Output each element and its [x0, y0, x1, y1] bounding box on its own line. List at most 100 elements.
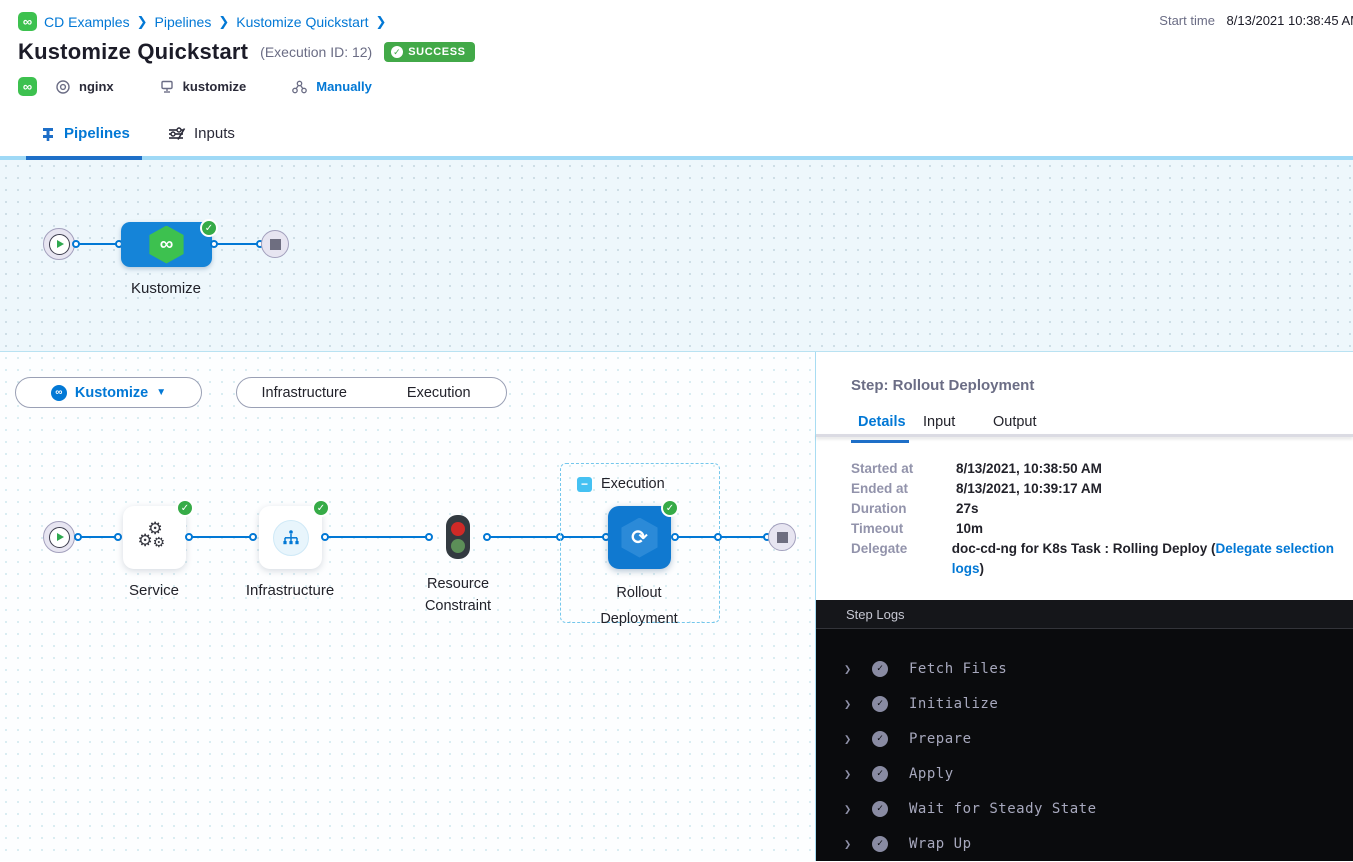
success-check-icon: ✓ [312, 499, 330, 517]
tab-input[interactable]: Input [923, 414, 955, 430]
play-icon [49, 234, 70, 255]
edge [216, 243, 260, 245]
step-label-infrastructure: Infrastructure [228, 578, 352, 604]
breadcrumb-cd-examples[interactable]: CD Examples [44, 14, 130, 30]
edge-dot [72, 240, 80, 248]
pipeline-graph-canvas[interactable]: ∞ ✓ Kustomize [0, 160, 1353, 352]
chevron-right-icon[interactable]: ❯ [844, 802, 872, 816]
collapse-group-icon[interactable]: − [577, 477, 592, 492]
tab-details[interactable]: Details [858, 414, 906, 430]
step-node-rollout-deployment[interactable]: ⟳ [608, 506, 671, 569]
tab-pipelines[interactable]: Pipelines [40, 125, 130, 142]
stop-icon [270, 239, 281, 250]
service-icon [55, 79, 71, 95]
pipeline-end-node [261, 230, 289, 258]
execution-tabbar: Pipelines Inputs [0, 113, 1353, 160]
step-label-service: Service [94, 578, 214, 604]
edge-dot [483, 533, 491, 541]
breadcrumb-kustomize-quickstart[interactable]: Kustomize Quickstart [236, 14, 368, 30]
breadcrumb-pipelines[interactable]: Pipelines [155, 14, 212, 30]
log-row-initialize[interactable]: ❯ ✓ Initialize [844, 686, 1353, 721]
infrastructure-icon [273, 520, 309, 556]
edge-dot [671, 533, 679, 541]
page-header: ∞ CD Examples ❯ Pipelines ❯ Kustomize Qu… [0, 0, 1353, 113]
step-node-resource-constraint[interactable] [446, 515, 470, 559]
log-row-prepare[interactable]: ❯ ✓ Prepare [844, 721, 1353, 756]
details-tab-underline [851, 440, 909, 443]
green-light-icon [451, 539, 465, 553]
cd-module-icon: ∞ [18, 12, 37, 31]
stage-execution-canvas[interactable]: ∞ Kustomize ▼ Infrastructure Execution ⚙… [0, 352, 815, 861]
trigger-manually-link[interactable]: Manually [316, 79, 372, 94]
step-details-title: Step: Rollout Deployment [851, 377, 1353, 394]
details-tabs: Details Input Output [816, 414, 1353, 434]
tab-inputs[interactable]: Inputs [168, 125, 235, 142]
step-logs-panel: Step Logs ❯ ✓ Fetch Files ❯ ✓ Initialize… [816, 600, 1353, 861]
execution-group-header: − Execution [577, 476, 665, 492]
step-detail-rows: Started at 8/13/2021, 10:38:50 AM Ended … [816, 437, 1353, 579]
cd-stage-icon: ∞ [51, 385, 67, 401]
cd-module-icon: ∞ [18, 77, 37, 96]
stage-start-node [43, 521, 75, 553]
log-row-wrap-up[interactable]: ❯ ✓ Wrap Up [844, 826, 1353, 861]
success-check-icon: ✓ [661, 499, 679, 517]
environment-icon [159, 79, 175, 95]
chevron-right-icon[interactable]: ❯ [844, 767, 872, 781]
chevron-right-icon[interactable]: ❯ [844, 732, 872, 746]
edge-dot [185, 533, 193, 541]
chevron-right-icon[interactable]: ❯ [844, 662, 872, 676]
chevron-right-icon[interactable]: ❯ [844, 837, 872, 851]
execution-group-label: Execution [601, 476, 665, 492]
chevron-right-icon: ❯ [137, 14, 148, 30]
inputs-icon [168, 126, 186, 142]
pipeline-start-node [43, 228, 75, 260]
toggle-infrastructure[interactable]: Infrastructure [237, 385, 372, 401]
detail-row-duration: Duration 27s [851, 499, 1353, 519]
step-logs-header: Step Logs [816, 600, 1353, 629]
start-time-label: Start time [1159, 13, 1215, 28]
success-check-icon: ✓ [200, 219, 218, 237]
stage-node-kustomize[interactable]: ∞ [121, 222, 212, 267]
step-label-rollout-deployment: Rollout Deployment [579, 580, 699, 632]
log-row-fetch-files[interactable]: ❯ ✓ Fetch Files [844, 651, 1353, 686]
detail-row-ended-at: Ended at 8/13/2021, 10:39:17 AM [851, 479, 1353, 499]
log-success-icon: ✓ [872, 766, 888, 782]
trigger-icon [291, 79, 308, 95]
view-toggle: Infrastructure Execution [236, 377, 507, 408]
start-time: Start time 8/13/2021 10:38:45 AM [1159, 13, 1353, 28]
harness-cd-icon: ∞ [148, 226, 186, 264]
log-row-wait-for-steady-state[interactable]: ❯ ✓ Wait for Steady State [844, 791, 1353, 826]
edge-dot [714, 533, 722, 541]
execution-id: (Execution ID: 12) [260, 44, 372, 60]
start-time-value: 8/13/2021 10:38:45 AM [1227, 13, 1353, 28]
gears-icon: ⚙⚙⚙ [137, 520, 173, 556]
edge-dot [114, 533, 122, 541]
log-success-icon: ✓ [872, 696, 888, 712]
edge-dot [249, 533, 257, 541]
edge [677, 536, 769, 538]
log-row-apply[interactable]: ❯ ✓ Apply [844, 756, 1353, 791]
stage-end-node [768, 523, 796, 551]
environment-name: kustomize [183, 79, 247, 94]
page-title: Kustomize Quickstart [18, 39, 248, 65]
check-icon: ✓ [391, 46, 403, 58]
play-icon [49, 527, 70, 548]
edge [327, 536, 431, 538]
red-light-icon [451, 522, 465, 536]
stage-label: Kustomize [106, 276, 226, 302]
chevron-right-icon[interactable]: ❯ [844, 697, 872, 711]
toggle-execution[interactable]: Execution [372, 385, 507, 401]
step-node-service[interactable]: ⚙⚙⚙ [123, 506, 186, 569]
edge-dot [74, 533, 82, 541]
stage-selector-dropdown[interactable]: ∞ Kustomize ▼ [15, 377, 202, 408]
service-name: nginx [79, 79, 114, 94]
step-node-infrastructure[interactable] [259, 506, 322, 569]
log-success-icon: ✓ [872, 801, 888, 817]
chevron-right-icon: ❯ [218, 14, 229, 30]
breadcrumb: ∞ CD Examples ❯ Pipelines ❯ Kustomize Qu… [18, 12, 386, 31]
log-success-icon: ✓ [872, 731, 888, 747]
detail-row-delegate: Delegate doc-cd-ng for K8s Task : Rollin… [851, 539, 1353, 579]
detail-row-started-at: Started at 8/13/2021, 10:38:50 AM [851, 459, 1353, 479]
tab-output[interactable]: Output [993, 414, 1037, 430]
detail-row-timeout: Timeout 10m [851, 519, 1353, 539]
